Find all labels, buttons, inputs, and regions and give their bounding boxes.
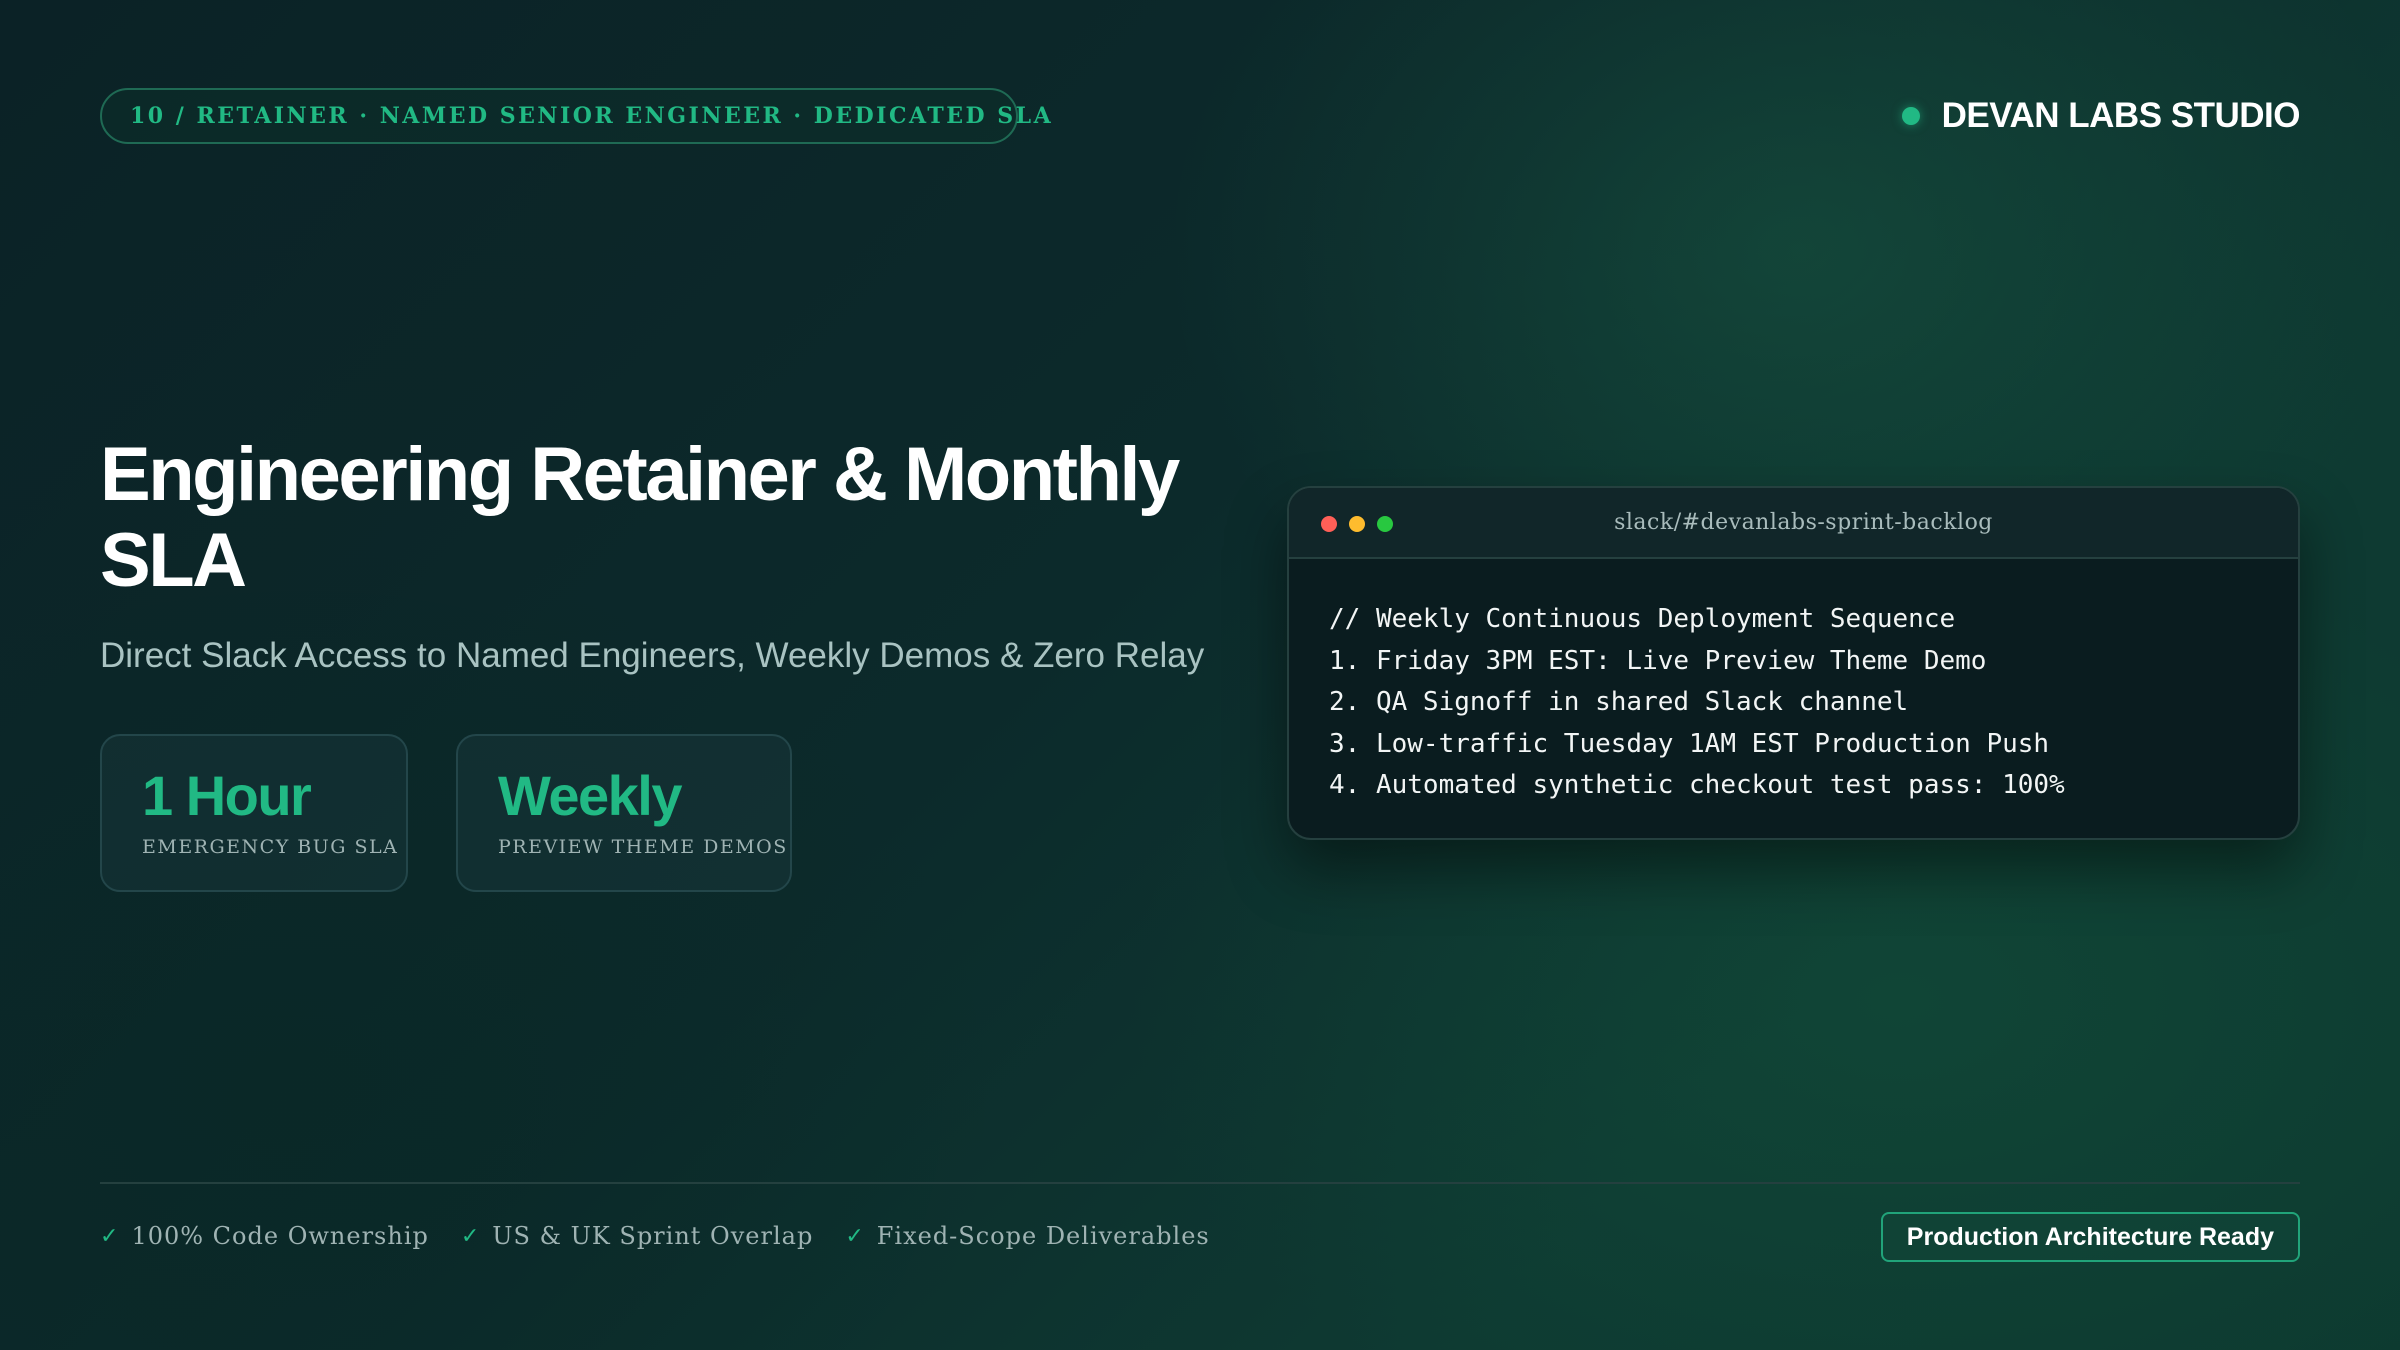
brand-name: DEVAN LABS STUDIO [1941, 96, 2301, 135]
code-line: 3. Low-traffic Tuesday 1AM EST Productio… [1329, 728, 2050, 759]
terminal-window: slack/#devanlabs-sprint-backlog // Weekl… [1287, 486, 2300, 840]
stat-value: 1 Hour [142, 764, 312, 827]
feature-list: ✓ 100% Code Ownership ✓ US & UK Sprint O… [100, 1222, 1210, 1250]
check-icon: ✓ [100, 1223, 120, 1249]
page-title: Engineering Retainer & Monthly SLA [100, 432, 1180, 603]
stat-value: Weekly [498, 764, 682, 827]
window-controls [1321, 516, 1393, 532]
feature-label: Fixed-Scope Deliverables [876, 1222, 1210, 1250]
terminal-body: // Weekly Continuous Deployment Sequence… [1289, 559, 2298, 807]
footer-divider [100, 1182, 2300, 1184]
check-icon: ✓ [845, 1223, 865, 1249]
code-line: 2. QA Signoff in shared Slack channel [1329, 687, 1909, 717]
stat-card-sla: 1 Hour EMERGENCY BUG SLA [100, 734, 408, 892]
feature-item: ✓ US & UK Sprint Overlap [461, 1222, 813, 1250]
stat-label: PREVIEW THEME DEMOS [498, 836, 788, 858]
production-ready-badge: Production Architecture Ready [1880, 1212, 2300, 1262]
brand: DEVAN LABS STUDIO [1901, 96, 2301, 136]
stat-card-demos: Weekly PREVIEW THEME DEMOS [456, 734, 792, 892]
maximize-dot-icon[interactable] [1377, 516, 1393, 532]
brand-dot-icon [1901, 107, 1920, 125]
code-line: 1. Friday 3PM EST: Live Preview Theme De… [1329, 645, 1987, 676]
close-dot-icon[interactable] [1321, 516, 1337, 532]
code-line: 4. Automated synthetic checkout test pas… [1329, 770, 2065, 800]
feature-item: ✓ Fixed-Scope Deliverables [845, 1222, 1209, 1250]
retainer-pill-text: 10 / RETAINER · NAMED SENIOR ENGINEER · … [130, 103, 1054, 129]
feature-label: US & UK Sprint Overlap [492, 1222, 814, 1250]
page-subtitle: Direct Slack Access to Named Engineers, … [100, 636, 1205, 675]
feature-item: ✓ 100% Code Ownership [100, 1222, 429, 1250]
retainer-pill: 10 / RETAINER · NAMED SENIOR ENGINEER · … [100, 88, 1051, 144]
check-icon: ✓ [460, 1223, 481, 1249]
minimize-dot-icon[interactable] [1349, 516, 1365, 532]
stat-label: EMERGENCY BUG SLA [142, 836, 399, 858]
feature-label: 100% Code Ownership [131, 1222, 429, 1250]
code-line: // Weekly Continuous Deployment Sequence [1329, 604, 1956, 634]
terminal-title: slack/#devanlabs-sprint-backlog [1614, 510, 1993, 535]
terminal-title-bar: slack/#devanlabs-sprint-backlog [1289, 488, 2298, 559]
